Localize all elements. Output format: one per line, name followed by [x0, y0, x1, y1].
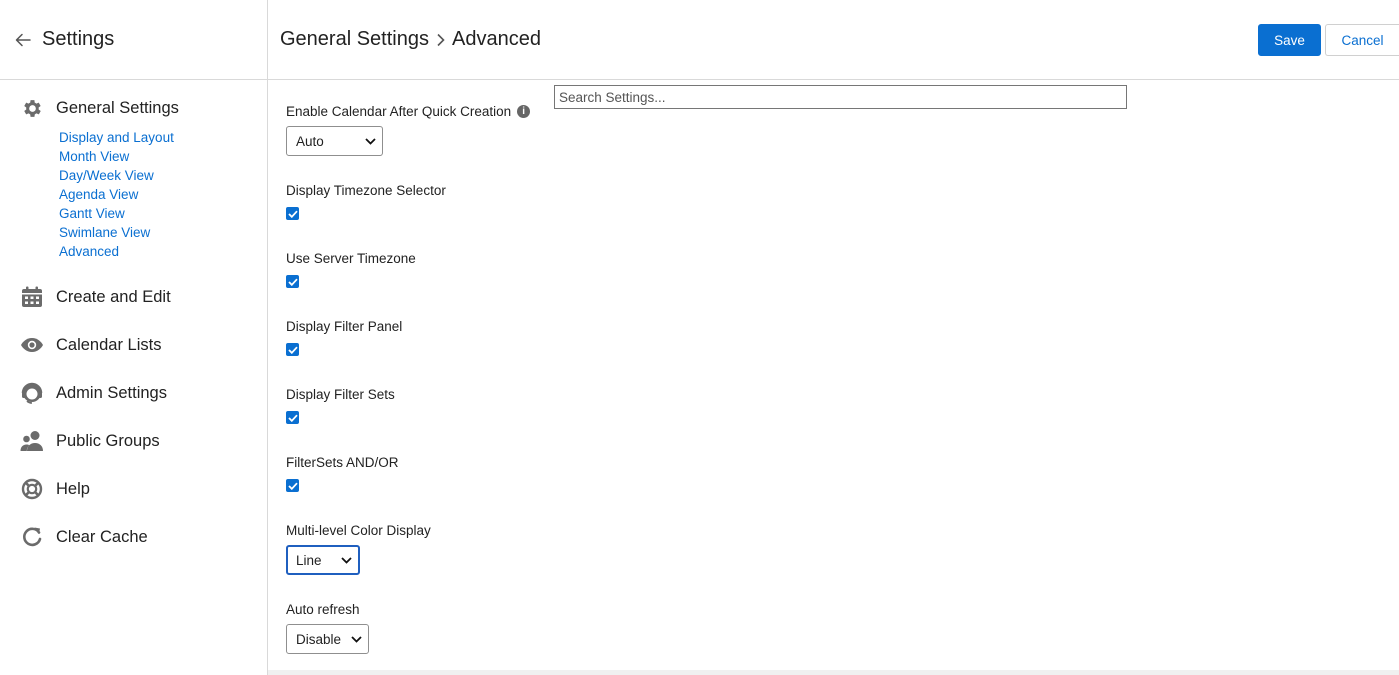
gear-icon	[20, 96, 44, 120]
chevron-down-icon	[365, 137, 376, 145]
enable-calendar-select[interactable]: Auto	[286, 126, 383, 156]
sidebar-item-clear-cache[interactable]: Clear Cache	[20, 525, 148, 549]
filter-sets-checkbox[interactable]	[286, 411, 299, 424]
sidebar-header: Settings	[0, 0, 267, 80]
multilevel-color-select[interactable]: Line	[286, 545, 360, 575]
sidebar-item-label: Admin Settings	[56, 383, 167, 402]
settings-sidebar: Settings General Settings Display and La…	[0, 0, 268, 675]
arrow-left-icon[interactable]	[12, 29, 34, 51]
setting-multilevel-color: Multi-level Color Display Line	[286, 523, 431, 575]
setting-server-timezone: Use Server Timezone	[286, 251, 416, 288]
lifebuoy-icon	[20, 477, 44, 501]
sidebar-item-label: Help	[56, 479, 90, 498]
auto-refresh-select[interactable]: Disable	[286, 624, 369, 654]
search-settings-input[interactable]	[554, 85, 1127, 109]
bottom-divider	[268, 670, 1399, 675]
chevron-down-icon	[351, 635, 362, 643]
checkmark-icon	[287, 414, 298, 422]
sidebar-item-admin-settings[interactable]: Admin Settings	[20, 381, 167, 405]
checkmark-icon	[287, 346, 298, 354]
sidebar-item-label: Create and Edit	[56, 287, 171, 306]
cancel-button[interactable]: Cancel	[1325, 24, 1399, 56]
sub-item-advanced[interactable]: Advanced	[59, 242, 174, 261]
sidebar-item-public-groups[interactable]: Public Groups	[20, 429, 160, 453]
setting-label: Auto refresh	[286, 602, 360, 617]
setting-filter-sets: Display Filter Sets	[286, 387, 395, 424]
breadcrumb-parent[interactable]: General Settings	[280, 28, 429, 51]
breadcrumb-current: Advanced	[451, 28, 541, 50]
admin-headset-icon	[20, 381, 44, 405]
setting-label: Multi-level Color Display	[286, 523, 431, 538]
sidebar-item-calendar-lists[interactable]: Calendar Lists	[20, 333, 161, 357]
setting-timezone-selector: Display Timezone Selector	[286, 183, 446, 220]
checkmark-icon	[287, 210, 298, 218]
sub-item-display-and-layout[interactable]: Display and Layout	[59, 128, 174, 147]
users-icon	[20, 429, 44, 453]
eye-icon	[20, 333, 44, 357]
settings-content: Enable Calendar After Quick Creation i A…	[268, 81, 1399, 675]
sidebar-item-label: General Settings	[56, 98, 179, 117]
info-icon[interactable]: i	[517, 105, 531, 118]
page-header: General Settings Advanced Save Cancel	[268, 0, 1399, 80]
setting-filtersets-andor: FilterSets AND/OR	[286, 455, 399, 492]
setting-label: Enable Calendar After Quick Creation i	[286, 104, 531, 119]
setting-label: Display Filter Sets	[286, 387, 395, 402]
setting-auto-refresh: Auto refresh Disable	[286, 602, 369, 654]
sub-item-day-week-view[interactable]: Day/Week View	[59, 166, 174, 185]
filtersets-andor-checkbox[interactable]	[286, 479, 299, 492]
setting-label: Display Timezone Selector	[286, 183, 446, 198]
general-settings-sublist: Display and Layout Month View Day/Week V…	[59, 128, 174, 261]
setting-enable-calendar: Enable Calendar After Quick Creation i A…	[286, 104, 531, 156]
sub-item-month-view[interactable]: Month View	[59, 147, 174, 166]
sub-item-swimlane-view[interactable]: Swimlane View	[59, 223, 174, 242]
sub-item-agenda-view[interactable]: Agenda View	[59, 185, 174, 204]
setting-label: FilterSets AND/OR	[286, 455, 399, 470]
timezone-selector-checkbox[interactable]	[286, 207, 299, 220]
setting-label: Display Filter Panel	[286, 319, 403, 334]
sidebar-item-help[interactable]: Help	[20, 477, 90, 501]
sidebar-title: Settings	[42, 28, 115, 50]
sidebar-item-label: Public Groups	[56, 431, 160, 450]
filter-panel-checkbox[interactable]	[286, 343, 299, 356]
calendar-icon	[20, 285, 44, 309]
sidebar-item-label: Clear Cache	[56, 527, 148, 546]
setting-label: Use Server Timezone	[286, 251, 416, 266]
sidebar-item-create-and-edit[interactable]: Create and Edit	[20, 285, 171, 309]
refresh-icon	[20, 525, 44, 549]
checkmark-icon	[287, 482, 298, 490]
setting-filter-panel: Display Filter Panel	[286, 319, 403, 356]
sidebar-item-general-settings[interactable]: General Settings	[20, 96, 179, 120]
server-timezone-checkbox[interactable]	[286, 275, 299, 288]
checkmark-icon	[287, 278, 298, 286]
sidebar-item-label: Calendar Lists	[56, 335, 162, 354]
save-button[interactable]: Save	[1258, 24, 1321, 56]
chevron-down-icon	[341, 556, 352, 564]
chevron-right-icon	[436, 33, 446, 47]
sub-item-gantt-view[interactable]: Gantt View	[59, 204, 174, 223]
breadcrumb: General Settings Advanced	[280, 28, 541, 51]
